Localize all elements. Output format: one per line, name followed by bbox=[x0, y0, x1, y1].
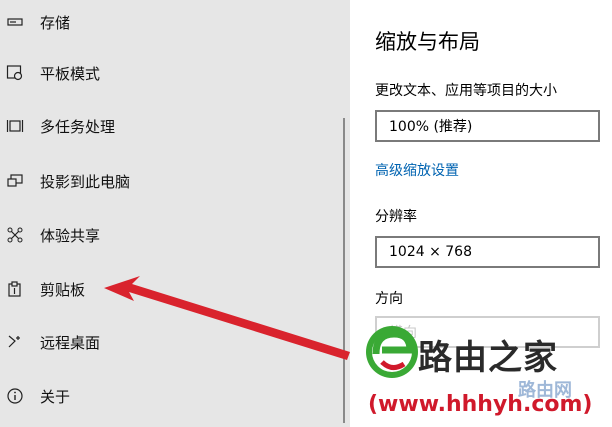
watermark-brand: 路由之家 bbox=[418, 338, 558, 378]
resolution-value: 1024 × 768 bbox=[389, 244, 472, 260]
tablet-mode-icon bbox=[2, 60, 28, 86]
sidebar-item-clipboard[interactable]: 剪贴板 bbox=[0, 267, 330, 311]
resolution-dropdown[interactable]: 1024 × 768 bbox=[375, 236, 600, 268]
project-to-pc-icon bbox=[2, 168, 28, 194]
advanced-scaling-link[interactable]: 高级缩放设置 bbox=[375, 160, 459, 180]
sidebar-item-label: 投影到此电脑 bbox=[40, 172, 131, 191]
sidebar-item-storage[interactable]: 存储 bbox=[0, 0, 330, 44]
sidebar-item-project-to-pc[interactable]: 投影到此电脑 bbox=[0, 159, 330, 203]
shared-experiences-icon bbox=[2, 222, 28, 248]
remote-desktop-icon bbox=[2, 329, 28, 355]
orientation-label: 方向 bbox=[375, 291, 403, 307]
scale-value: 100% (推荐) bbox=[389, 119, 473, 135]
info-icon bbox=[2, 383, 28, 409]
watermark-url: (www.hhhyh.com) bbox=[368, 392, 593, 417]
orientation-value: 横向 bbox=[389, 325, 417, 341]
multitasking-icon bbox=[2, 113, 28, 139]
sidebar-scrollbar[interactable] bbox=[343, 118, 345, 423]
sidebar-item-label: 关于 bbox=[40, 387, 71, 406]
sidebar-item-remote-desktop[interactable]: 远程桌面 bbox=[0, 320, 330, 364]
sidebar-item-label: 远程桌面 bbox=[40, 333, 101, 352]
sidebar-item-label: 剪贴板 bbox=[40, 280, 86, 299]
sidebar-item-about[interactable]: 关于 bbox=[0, 374, 330, 418]
scale-label: 更改文本、应用等项目的大小 bbox=[375, 83, 557, 99]
sidebar-item-label: 存储 bbox=[40, 13, 71, 32]
sidebar-item-shared-experiences[interactable]: 体验共享 bbox=[0, 213, 330, 257]
sidebar-item-tablet-mode[interactable]: 平板模式 bbox=[0, 51, 330, 95]
sidebar-item-label: 多任务处理 bbox=[40, 117, 116, 136]
storage-icon bbox=[2, 9, 28, 35]
sidebar-item-multitasking[interactable]: 多任务处理 bbox=[0, 104, 330, 148]
section-title: 缩放与布局 bbox=[375, 30, 480, 54]
scale-dropdown[interactable]: 100% (推荐) bbox=[375, 110, 600, 142]
sidebar-item-label: 平板模式 bbox=[40, 64, 101, 83]
sidebar-item-label: 体验共享 bbox=[40, 226, 101, 245]
resolution-label: 分辨率 bbox=[375, 209, 417, 225]
clipboard-icon bbox=[2, 276, 28, 302]
settings-sidebar: 存储 平板模式 多任务处理 投影到此电脑 体验共享 剪贴板 远程桌面 关于 bbox=[0, 0, 350, 427]
